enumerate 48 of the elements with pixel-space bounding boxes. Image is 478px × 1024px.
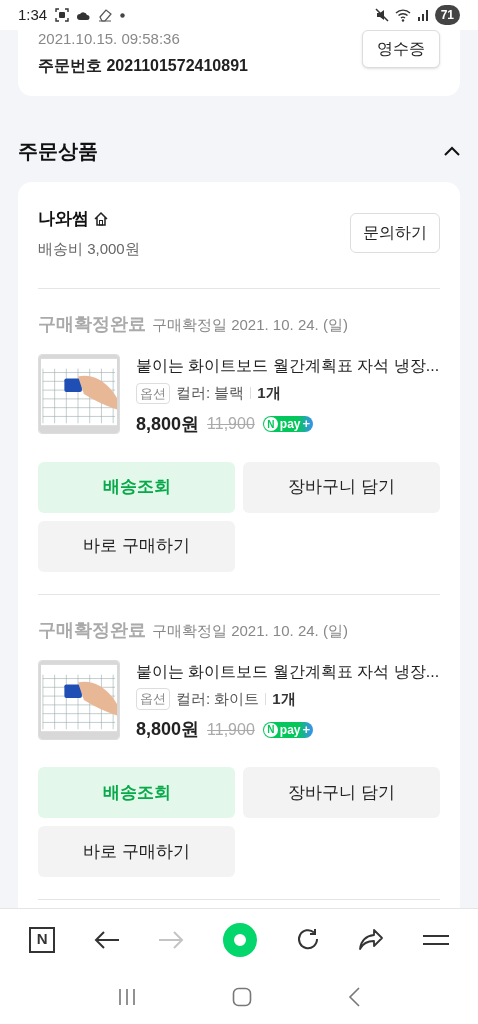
option-value: 컬러: 화이트: [176, 688, 260, 709]
share-icon[interactable]: [358, 927, 385, 952]
confirm-date: 구매확정일 2021. 10. 24. (일): [152, 620, 348, 641]
signal-icon: [416, 9, 429, 21]
seller-name[interactable]: 나와썸: [38, 206, 89, 232]
chevron-up-icon[interactable]: [444, 146, 460, 156]
action-button[interactable]: 장바구니 담기: [243, 767, 440, 818]
action-button[interactable]: 바로 구매하기: [38, 826, 235, 877]
logo-button[interactable]: N: [29, 926, 56, 953]
action-button[interactable]: 장바구니 담기: [243, 461, 440, 513]
sale-price: 8,800원: [136, 718, 200, 741]
order-number: 주문번호 2021101572410891: [38, 56, 248, 76]
refresh-icon[interactable]: [295, 927, 320, 952]
shipping-fee: 배송비 3,000원: [38, 238, 140, 259]
quantity: 1개: [272, 688, 296, 709]
purchase-status: 구매확정완료: [38, 313, 146, 336]
cloud-icon: [77, 10, 91, 20]
status-time: 1:34: [18, 4, 48, 25]
quantity: 1개: [257, 383, 281, 403]
inquiry-button[interactable]: 문의하기: [350, 213, 440, 253]
dot-icon: [120, 12, 126, 18]
sale-price: 8,800원: [136, 412, 200, 436]
wifi-icon: [394, 8, 411, 22]
option-value: 컬러: 블랙: [176, 383, 245, 403]
original-price: 11,900: [207, 414, 255, 434]
home-button-icon[interactable]: [232, 987, 252, 1007]
battery-indicator: 71: [434, 5, 460, 25]
screenshot-icon: [55, 8, 70, 22]
option-tag: 옵션: [136, 382, 170, 404]
back-icon[interactable]: [93, 929, 120, 950]
original-price: 11,900: [207, 719, 255, 740]
npay-badge: N pay+: [262, 416, 314, 432]
back-nav-icon[interactable]: [348, 987, 360, 1007]
recent-apps-icon[interactable]: [118, 988, 136, 1006]
action-button[interactable]: 바로 구매하기: [38, 520, 235, 572]
product-title[interactable]: 붙이는 화이트보드 월간계획표 자석 냉장...: [136, 661, 440, 682]
menu-icon[interactable]: [422, 934, 449, 945]
eraser-icon: [98, 8, 113, 22]
home-icon: [93, 210, 109, 227]
receipt-button[interactable]: 영수증: [362, 30, 440, 68]
order-datetime: 2021.10.15. 09:58:36: [38, 30, 181, 48]
option-tag: 옵션: [136, 688, 170, 710]
section-title: 주문상품: [18, 139, 98, 164]
purchase-status: 구매확정완료: [38, 618, 146, 642]
product-title[interactable]: 붙이는 화이트보드 월간계획표 자석 냉장...: [136, 356, 440, 376]
confirm-date: 구매확정일 2021. 10. 24. (일): [152, 315, 348, 335]
npay-badge: N pay+: [262, 721, 314, 738]
mute-icon: [374, 8, 389, 22]
